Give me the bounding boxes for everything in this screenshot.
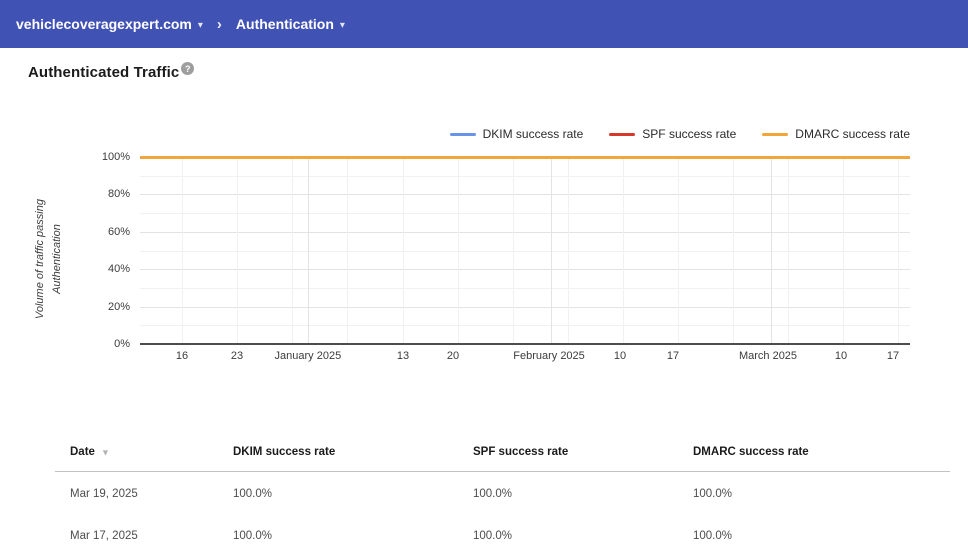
x-axis-tick-label: 13	[396, 350, 410, 362]
domain-selector-dropdown[interactable]: vehiclecoveragexpert.com ▾	[16, 16, 203, 32]
x-axis-tick-label: 23	[230, 350, 244, 362]
chevron-down-icon: ▾	[339, 19, 345, 31]
y-axis-tick-label: 20%	[107, 300, 130, 313]
legend-item: SPF success rate	[609, 127, 736, 141]
x-axis-baseline	[140, 343, 910, 345]
y-axis-tick-label: 40%	[107, 263, 130, 276]
chevron-down-icon: ▾	[197, 19, 203, 31]
table-row-value: 100.0%	[693, 530, 733, 542]
breadcrumb-separator-icon: ›	[216, 15, 222, 33]
horizontal-gridline	[140, 175, 910, 177]
vertical-gridline	[458, 157, 459, 344]
x-axis-tick-label: February 2025	[513, 350, 585, 362]
y-axis-title-line2: Authentication	[51, 224, 63, 294]
horizontal-gridline	[140, 306, 910, 308]
y-axis-tick-label: 0%	[114, 338, 130, 350]
vertical-gridline	[732, 157, 734, 344]
vertical-gridline	[843, 157, 844, 344]
domain-selector-label: vehiclecoveragexpert.com	[16, 16, 192, 32]
postmaster-dashboard: vehiclecoveragexpert.com ▾ › Authenticat…	[0, 0, 968, 558]
sort-descending-icon: ▼	[100, 447, 110, 458]
table-header-label: Date	[70, 446, 95, 458]
y-axis-title-line1: Volume of traffic passing	[33, 199, 46, 320]
x-axis-tick-label: 17	[666, 350, 680, 362]
table-header-dmarc-success-rate[interactable]: DMARC success rate	[693, 446, 809, 458]
horizontal-gridline	[140, 194, 910, 196]
month-boundary-gridline	[308, 157, 309, 344]
table-header-spf-success-rate[interactable]: SPF success rate	[473, 446, 568, 458]
vertical-gridline	[623, 157, 625, 344]
x-axis-tick-label: 17	[886, 350, 900, 362]
legend-label: SPF success rate	[642, 127, 737, 141]
vertical-gridline	[291, 157, 293, 344]
month-boundary-gridline	[551, 157, 553, 344]
table-row-value: 100.0%	[233, 530, 273, 542]
x-axis-tick-label: 10	[613, 350, 627, 362]
vertical-gridline	[512, 157, 514, 344]
chart-plot-area: 16 23 January 2025 13 20 February 2025 10 17 Mar…	[140, 155, 910, 362]
vertical-gridline	[897, 157, 899, 344]
page-title: Authenticated Traffic	[28, 64, 180, 81]
x-axis-tick-label: 16	[175, 350, 189, 362]
vertical-gridline	[788, 157, 790, 344]
x-axis-tick-label: January 2025	[274, 350, 342, 362]
vertical-gridline	[403, 157, 405, 344]
x-axis-tick-label: 10	[834, 350, 848, 362]
legend-item: DKIM success rate	[449, 127, 584, 141]
table-header-label: SPF success rate	[473, 446, 569, 458]
table-row-value: 100.0%	[473, 530, 513, 542]
x-axis-tick-label: March 2025	[738, 350, 798, 362]
legend-line-swatch	[449, 132, 476, 136]
legend-line-swatch	[609, 132, 636, 136]
y-axis-title: Volume of traffic passing Authentication	[32, 144, 66, 374]
horizontal-gridline	[140, 250, 910, 252]
table-header-dkim-success-rate[interactable]: DKIM success rate	[233, 446, 335, 458]
section-selector-dropdown[interactable]: Authentication ▾	[236, 16, 345, 32]
table-header-label: DKIM success rate	[233, 446, 336, 458]
month-boundary-gridline	[771, 157, 772, 344]
vertical-gridline	[346, 157, 348, 344]
top-navigation-bar: vehiclecoveragexpert.com ▾ › Authenticat…	[0, 0, 968, 48]
chart-legend: DKIM success rate SPF success rate DMARC s…	[449, 127, 910, 141]
vertical-gridline	[567, 157, 569, 344]
table-row-value: 100.0%	[233, 488, 273, 500]
y-axis-tick-label: 100%	[101, 151, 130, 163]
vertical-gridline	[237, 157, 239, 344]
page-title-row: Authenticated Traffic ?	[28, 62, 195, 81]
vertical-gridline	[677, 157, 679, 344]
x-axis-tick-label: 20	[446, 350, 460, 362]
table-row-value: 100.0%	[693, 488, 733, 500]
section-selector-label: Authentication	[235, 16, 334, 32]
table-row-date: Mar 17, 2025	[70, 530, 138, 542]
horizontal-gridline	[140, 287, 910, 289]
legend-label: DKIM success rate	[482, 127, 584, 141]
horizontal-gridline	[140, 269, 910, 271]
y-axis-tick-label: 80%	[107, 188, 130, 201]
table-header-divider	[55, 471, 950, 472]
table-row-date: Mar 19, 2025	[70, 488, 138, 500]
table-row-value: 100.0%	[473, 488, 513, 500]
series-line-dmarc	[140, 155, 910, 159]
legend-item: DMARC success rate	[762, 127, 910, 141]
table-header-label: DMARC success rate	[693, 446, 809, 458]
legend-label: DMARC success rate	[795, 127, 910, 141]
help-icon[interactable]: ?	[181, 62, 195, 75]
table-header-date[interactable]: Date ▼	[70, 446, 110, 458]
y-axis-tick-label: 60%	[107, 225, 130, 238]
horizontal-gridline	[140, 231, 910, 233]
legend-line-swatch	[762, 132, 789, 136]
vertical-gridline	[181, 157, 183, 344]
horizontal-gridline	[140, 213, 910, 215]
horizontal-gridline	[140, 325, 910, 327]
